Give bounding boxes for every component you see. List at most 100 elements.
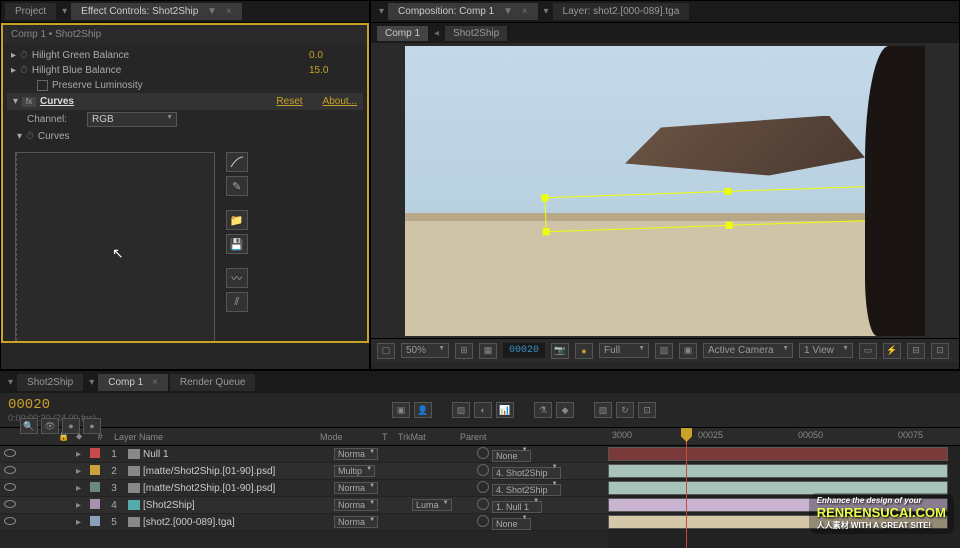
reset-link[interactable]: Reset	[276, 96, 302, 107]
layer-clip[interactable]	[608, 447, 948, 461]
layer-color-chip[interactable]	[90, 465, 100, 475]
channel-dropdown[interactable]: RGB	[87, 112, 177, 127]
stopwatch-icon[interactable]: ⏱	[20, 65, 28, 76]
pickwhip-icon[interactable]	[477, 447, 489, 459]
zoom-dropdown[interactable]: 50%	[401, 343, 449, 358]
pencil-tool-button[interactable]: ✎	[226, 176, 248, 196]
layer-clip[interactable]	[608, 464, 948, 478]
graph-editor-icon[interactable]: 📊	[496, 402, 514, 418]
pickwhip-icon[interactable]	[477, 498, 489, 510]
close-icon[interactable]: ×	[522, 6, 528, 17]
brainstorm-icon[interactable]: ⚗	[534, 402, 552, 418]
twirl-icon[interactable]: ▸	[76, 466, 81, 477]
switches-icon[interactable]: ⊡	[638, 402, 656, 418]
snapshot-icon[interactable]: 📷	[551, 343, 569, 359]
draft-3d-icon[interactable]: ▧	[594, 402, 612, 418]
layer-row[interactable]: ▸ 4 [Shot2Ship] Norma Luma 1. Null 1	[0, 497, 608, 514]
tab-menu-icon[interactable]: ▾	[544, 6, 549, 17]
close-icon[interactable]: ×	[226, 6, 232, 17]
fx-icon[interactable]: fx	[22, 97, 36, 107]
tab-shot2ship[interactable]: Shot2Ship	[17, 374, 83, 391]
grid-icon[interactable]: ⊞	[455, 343, 473, 359]
blend-mode-dropdown[interactable]: Norma	[334, 499, 378, 511]
channel-icon[interactable]: ●	[575, 343, 593, 359]
tab-project[interactable]: Project	[5, 3, 56, 20]
timeline-track[interactable]	[608, 446, 960, 463]
shy-icon[interactable]: 👤	[414, 402, 432, 418]
layer-row[interactable]: ▸ 5 [shot2.[000-089].tga] Norma None	[0, 514, 608, 531]
tab-effect-controls[interactable]: Effect Controls: Shot2Ship ▼ ×	[71, 3, 241, 20]
camera-dropdown[interactable]: Active Camera	[703, 343, 793, 358]
col-header-parent[interactable]: Parent	[460, 432, 580, 442]
tab-dropdown-icon[interactable]: ▼	[207, 6, 217, 17]
blend-mode-dropdown[interactable]: Norma	[334, 516, 378, 528]
current-time-indicator[interactable]	[686, 428, 687, 548]
visibility-icon[interactable]	[4, 483, 16, 491]
timeline-timecode[interactable]: 00020	[8, 397, 88, 413]
tab-menu-icon[interactable]: ▾	[62, 6, 67, 17]
twirl-icon[interactable]: ▸	[11, 65, 16, 76]
comp-mini-icon[interactable]: ▣	[392, 402, 410, 418]
twirl-icon[interactable]: ▸	[76, 483, 81, 494]
flowchart-icon[interactable]: ⊡	[931, 343, 949, 359]
open-file-button[interactable]: 📁	[226, 210, 248, 230]
trkmat-dropdown[interactable]: Luma	[412, 499, 452, 511]
fast-preview-icon[interactable]: ⚡	[883, 343, 901, 359]
tab-layer[interactable]: Layer: shot2.[000-089].tga	[553, 3, 690, 20]
frame-blend-icon[interactable]: ▨	[452, 402, 470, 418]
blend-mode-dropdown[interactable]: Multip	[334, 465, 375, 477]
visibility-icon[interactable]	[4, 449, 16, 457]
pickwhip-icon[interactable]	[477, 464, 489, 476]
pickwhip-icon[interactable]	[477, 515, 489, 527]
auto-keyframe-icon[interactable]: ◆	[556, 402, 574, 418]
pickwhip-icon[interactable]	[477, 481, 489, 493]
layer-row[interactable]: ▸ 3 [matte/Shot2Ship.[01-90].psd] Norma …	[0, 480, 608, 497]
tab-composition[interactable]: Composition: Comp 1 ▼ ×	[388, 3, 537, 20]
region-icon[interactable]: ▢	[377, 343, 395, 359]
layer-row[interactable]: ▸ 2 [matte/Shot2Ship.[01-90].psd] Multip…	[0, 463, 608, 480]
hilight-blue-value[interactable]: 15.0	[309, 65, 359, 76]
timeline-icon[interactable]: ⊟	[907, 343, 925, 359]
visibility-icon[interactable]	[4, 517, 16, 525]
twirl-icon[interactable]: ▸	[76, 449, 81, 460]
parent-dropdown[interactable]: 4. Shot2Ship	[492, 484, 561, 496]
tab-menu-icon[interactable]: ▾	[8, 377, 13, 388]
layer-row[interactable]: ▸ 1 Null 1 Norma None	[0, 446, 608, 463]
solo-column-icon[interactable]: ●	[62, 418, 80, 434]
parent-dropdown[interactable]: None	[492, 518, 531, 530]
col-header-trkmat[interactable]: TrkMat	[398, 432, 460, 442]
twirl-icon[interactable]: ▾	[13, 96, 18, 107]
col-header-t[interactable]: T	[382, 432, 398, 442]
stopwatch-icon[interactable]: ⏱	[20, 50, 28, 61]
twirl-icon[interactable]: ▾	[17, 131, 22, 142]
lock-column-icon[interactable]: ●	[83, 418, 101, 434]
blend-mode-dropdown[interactable]: Norma	[334, 482, 378, 494]
motion-blur-icon[interactable]: ◐	[474, 402, 492, 418]
tab-comp1[interactable]: Comp 1 ×	[98, 374, 168, 391]
col-header-mode[interactable]: Mode	[320, 432, 382, 442]
curves-graph[interactable]: ↖	[15, 152, 215, 342]
parent-dropdown[interactable]: 4. Shot2Ship	[492, 467, 561, 479]
viewer-timecode[interactable]: 00020	[503, 343, 545, 358]
tab-menu-icon[interactable]: ▾	[89, 377, 94, 388]
comp-tab-shot2ship[interactable]: Shot2Ship	[445, 26, 507, 41]
stopwatch-icon[interactable]: ⏱	[26, 131, 34, 142]
layer-color-chip[interactable]	[90, 499, 100, 509]
close-icon[interactable]: ×	[152, 377, 158, 388]
live-update-icon[interactable]: ↻	[616, 402, 634, 418]
parent-dropdown[interactable]: None	[492, 450, 531, 462]
col-header-name[interactable]: Layer Name	[110, 432, 320, 442]
tab-dropdown-icon[interactable]: ▼	[503, 6, 513, 17]
timeline-track[interactable]	[608, 463, 960, 480]
visibility-icon[interactable]	[4, 500, 16, 508]
curves-effect-name[interactable]: Curves	[40, 96, 276, 107]
tab-render-queue[interactable]: Render Queue	[170, 374, 256, 391]
twirl-icon[interactable]: ▸	[76, 500, 81, 511]
curve-tool-button[interactable]	[226, 152, 248, 172]
time-ruler[interactable]: 3000 00025 00050 00075	[608, 428, 960, 446]
twirl-icon[interactable]: ▸	[11, 50, 16, 61]
transparency-icon[interactable]: ▨	[655, 343, 673, 359]
layer-color-chip[interactable]	[90, 482, 100, 492]
resolution-dropdown[interactable]: Full	[599, 343, 649, 358]
3d-icon[interactable]: ▣	[679, 343, 697, 359]
